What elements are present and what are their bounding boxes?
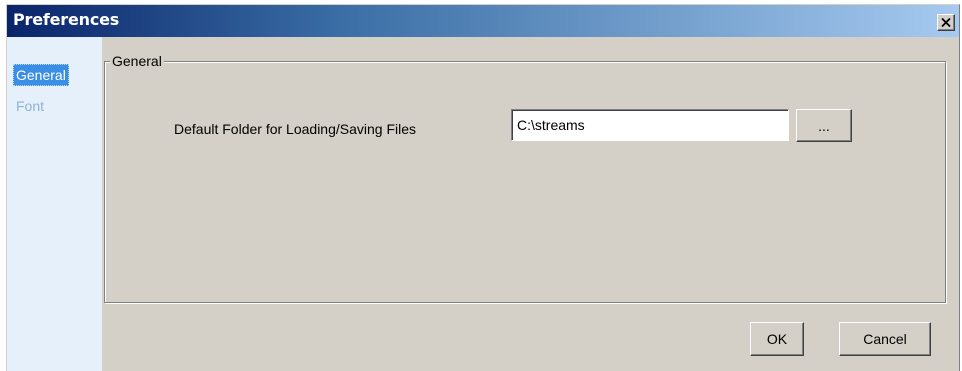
general-groupbox [104, 61, 946, 303]
close-icon [941, 18, 951, 27]
groupbox-legend: General [110, 53, 164, 69]
browse-button[interactable]: ... [796, 109, 852, 142]
ok-button[interactable]: OK [750, 322, 804, 356]
window-title: Preferences [13, 10, 120, 29]
cancel-button[interactable]: Cancel [839, 322, 931, 356]
default-folder-input[interactable] [511, 109, 789, 141]
title-bar[interactable]: Preferences [7, 5, 959, 37]
close-button[interactable] [937, 14, 955, 31]
sidebar-item-general[interactable]: General [13, 64, 69, 86]
default-folder-label: Default Folder for Loading/Saving Files [174, 121, 417, 137]
category-sidebar: General Font [7, 37, 102, 371]
sidebar-item-font[interactable]: Font [13, 95, 47, 117]
